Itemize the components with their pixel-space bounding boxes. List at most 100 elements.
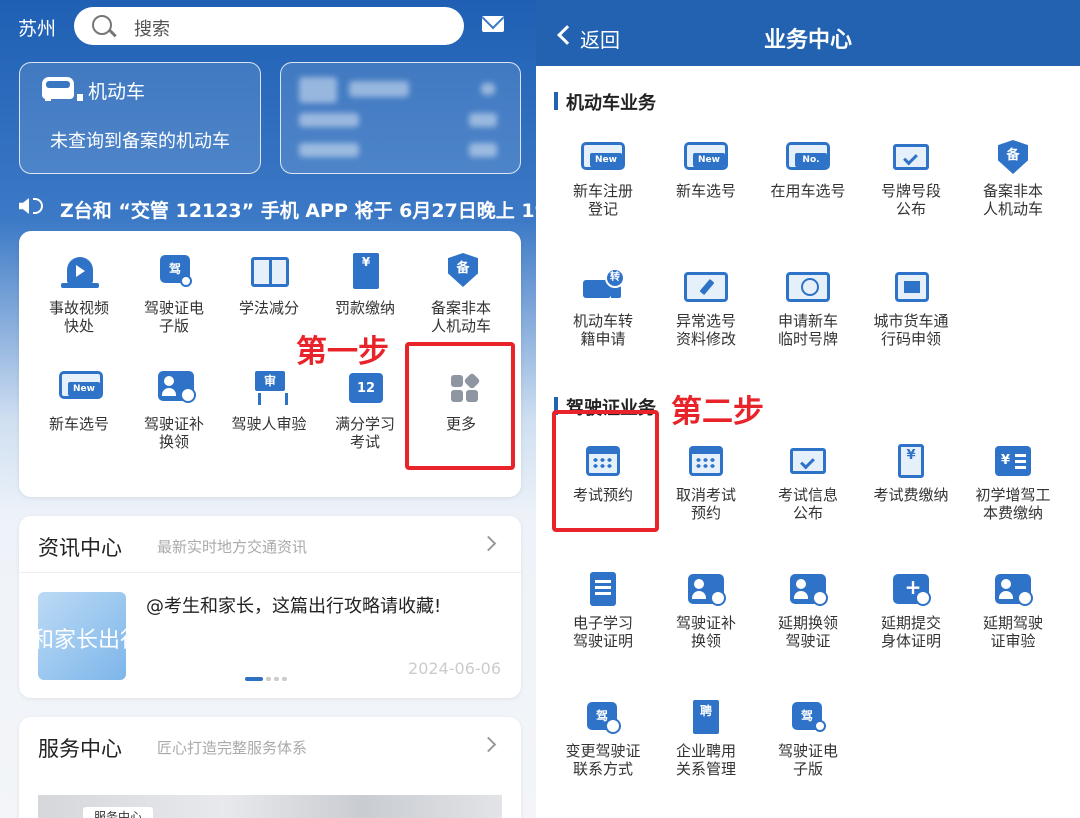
biz-item-e-license[interactable]: 驾 驾驶证电子版 (758, 700, 858, 778)
number-plate-icon: No. (786, 142, 830, 170)
biz-item-exam-info[interactable]: 考试信息公布 (758, 444, 858, 522)
menu-item-full-score-study[interactable]: 12 满分学习考试 (315, 369, 415, 451)
biz-item-label: 变更驾驶证联系方式 (565, 742, 641, 778)
speaker-icon (19, 198, 29, 214)
biz-item-label: 新车选号 (675, 182, 736, 200)
news-section-title: 资讯中心 (38, 536, 122, 560)
biz-item-truck-pass[interactable]: 城市货车通行码申领 (861, 270, 961, 348)
menu-item-label: 罚款缴纳 (334, 299, 395, 317)
biz-item-license-replace[interactable]: 驾驶证补换领 (656, 572, 756, 650)
blurred-text (481, 83, 495, 95)
menu-item-license-replace[interactable]: 驾驶证补换领 (124, 369, 224, 451)
calendar-number-icon: 12 (349, 373, 383, 403)
menu-item-label: 驾驶证电子版 (143, 299, 204, 335)
biz-item-employment[interactable]: 聘 企业聘用关系管理 (656, 700, 756, 778)
step-two-annotation: 第二步 (671, 394, 764, 430)
vehicle-card-title: 机动车 (88, 81, 146, 103)
vehicle-card-subtitle: 未查询到备案的机动车 (50, 131, 230, 152)
calendar-icon (689, 446, 723, 476)
edit-plate-icon (684, 272, 728, 302)
biz-item-extend-renewal[interactable]: 延期换领驾驶证 (758, 572, 858, 650)
menu-item-study-reduce[interactable]: 学法减分 (219, 253, 319, 317)
biz-item-register-vehicle[interactable]: 备 备案非本人机动车 (963, 140, 1063, 218)
vehicle-card[interactable]: 机动车 未查询到备案的机动车 (19, 62, 261, 174)
mail-icon[interactable] (482, 16, 504, 32)
news-card[interactable]: 资讯中心 最新实时地方交通资讯 和家长出行 @考生和家长，这篇出行攻略请收藏! … (19, 516, 521, 698)
menu-item-label: 新车选号 (48, 415, 109, 433)
biz-item-change-contact[interactable]: 驾 变更驾驶证联系方式 (553, 700, 653, 778)
blurred-avatar (299, 77, 337, 103)
chevron-right-icon[interactable] (480, 535, 497, 552)
biz-item-label: 延期换领驾驶证 (777, 614, 838, 650)
menu-item-label: 事故视频快处 (48, 299, 109, 335)
review-icon: 审 (255, 371, 285, 391)
notice-text: Z台和 “交管 12123” 手机 APP 将于 6月27日晚上 19 时 (60, 200, 536, 222)
home-top-bar: 苏州 搜索 (0, 0, 536, 56)
chevron-right-icon[interactable] (480, 736, 497, 753)
menu-item-new-plate[interactable]: New 新车选号 (29, 369, 129, 433)
menu-item-driver-review[interactable]: 审 驾驶人审验 (219, 369, 319, 433)
person-clock-icon (790, 574, 828, 606)
biz-item-extend-health-proof[interactable]: + 延期提交身体证明 (861, 572, 961, 650)
shield-icon: 备 (998, 140, 1028, 174)
menu-item-label: 备案非本人机动车 (430, 299, 491, 335)
menu-item-accident[interactable]: 事故视频快处 (29, 253, 129, 335)
biz-item-cancel-booking[interactable]: 取消考试预约 (656, 444, 756, 522)
biz-item-label: 机动车转籍申请 (572, 312, 633, 348)
blurred-text (299, 143, 359, 157)
search-icon (92, 15, 112, 35)
service-section-subtitle: 匠心打造完整服务体系 (157, 739, 308, 757)
step-one-annotation: 第一步 (296, 334, 389, 370)
biz-item-extend-review[interactable]: 延期驾驶证审验 (963, 572, 1063, 650)
biz-item-e-study-proof[interactable]: 电子学习驾驶证明 (553, 572, 653, 650)
service-banner-tag: 服务中心 (83, 807, 153, 818)
transfer-badge-icon: 转 (605, 268, 625, 288)
menu-item-label: 驾驶证补换领 (143, 415, 204, 451)
service-card[interactable]: 服务中心 匠心打造完整服务体系 服务中心 (19, 717, 521, 818)
biz-item-abnormal-plate-edit[interactable]: 异常选号资料修改 (656, 270, 756, 348)
fee-list-icon: ¥ (995, 446, 1031, 476)
menu-item-label: 学法减分 (238, 299, 299, 317)
biz-item-label: 驾驶证电子版 (777, 742, 838, 778)
car-icon (42, 77, 83, 101)
carousel-indicator (245, 677, 290, 681)
biz-item-used-plate[interactable]: No. 在用车选号 (758, 140, 858, 200)
biz-item-exam-fee[interactable]: ¥ 考试费缴纳 (861, 444, 961, 504)
biz-item-temp-plate[interactable]: 申请新车临时号牌 (758, 270, 858, 348)
news-thumbnail[interactable]: 和家长出行 (38, 592, 126, 680)
search-bar[interactable]: 搜索 (74, 7, 464, 45)
plate-icon: New (59, 371, 103, 399)
person-card-icon (158, 371, 196, 403)
biz-item-new-registration[interactable]: New 新车注册登记 (553, 140, 653, 218)
menu-item-e-license[interactable]: 驾 驾驶证电子版 (124, 253, 224, 335)
menu-item-fine-payment[interactable]: ¥ 罚款缴纳 (315, 253, 415, 317)
biz-item-label: 城市货车通行码申领 (873, 312, 949, 348)
business-header: 返回 业务中心 (536, 0, 1080, 66)
phone-badge-icon (605, 718, 621, 734)
biz-item-vehicle-transfer[interactable]: 转 机动车转籍申请 (553, 268, 653, 348)
biz-item-plate-range[interactable]: 号牌号段公布 (861, 140, 961, 218)
blurred-text (469, 113, 497, 127)
news-date: 2024-06-06 (408, 659, 501, 678)
menu-item-register-vehicle[interactable]: 备 备案非本人机动车 (411, 253, 511, 335)
carousel-dot (266, 677, 271, 681)
biz-item-label: 企业聘用关系管理 (675, 742, 736, 778)
carousel-dot (274, 677, 279, 681)
biz-item-label: 电子学习驾驶证明 (572, 614, 633, 650)
news-headline[interactable]: @考生和家长，这篇出行攻略请收藏! (146, 592, 441, 618)
business-center-screen: 返回 业务中心 机动车业务 New 新车注册登记 New 新车选号 No. 在用… (536, 0, 1080, 818)
notice-board-icon (790, 448, 826, 474)
notice-bar[interactable]: Z台和 “交管 12123” 手机 APP 将于 6月27日晚上 19 时 (0, 190, 536, 226)
thumbnail-text: 和家长出行 (38, 628, 126, 653)
temp-plate-clock-icon (786, 272, 830, 302)
biz-item-label: 考试信息公布 (777, 486, 838, 522)
document-icon (590, 572, 616, 606)
biz-item-beginner-fee[interactable]: ¥ 初学增驾工本费缴纳 (963, 444, 1063, 522)
license-card-blurred[interactable] (280, 62, 521, 174)
bill-icon: ¥ (353, 253, 379, 289)
speaker-wave-icon (33, 198, 43, 214)
biz-item-new-plate[interactable]: New 新车选号 (656, 140, 756, 200)
city-selector[interactable]: 苏州 (18, 14, 56, 41)
badge-dot-icon (180, 275, 192, 287)
badge-dot-icon (814, 720, 826, 732)
